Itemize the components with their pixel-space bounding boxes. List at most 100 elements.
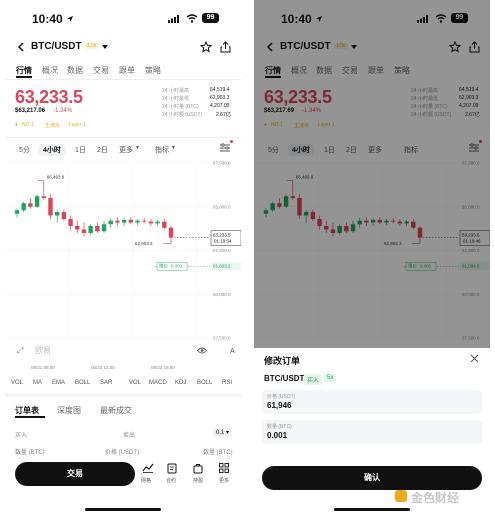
side-badge: 买入 — [304, 374, 323, 385]
stat-label: 24 小时额 (USDT) — [162, 112, 203, 118]
tab-trades[interactable]: 最新成交 — [100, 405, 132, 416]
tab-overview[interactable]: 概况 — [42, 65, 58, 76]
interval-5m[interactable]: 5分 — [19, 145, 30, 155]
quantity-field-value[interactable]: 0.001 — [267, 431, 287, 440]
confirm-button[interactable]: 确认 — [262, 466, 482, 490]
candle-body — [162, 221, 167, 228]
candle-body — [148, 221, 154, 224]
candle-body — [121, 219, 127, 223]
indicator-item[interactable]: EMA — [52, 380, 65, 386]
candlestick-chart[interactable]: 67,500.0 65,000.0 62,500.0 60,000.0 57,500.0… — [5, 158, 241, 373]
stat-value: 64,519.4 — [210, 87, 230, 93]
nav-more[interactable]: 更多 — [219, 477, 229, 484]
candle-body — [21, 203, 26, 211]
candle-body — [108, 220, 113, 225]
candle-body — [168, 227, 174, 238]
price-field[interactable]: 价格 (USDT) 61,946 — [262, 390, 482, 414]
indicator-menu[interactable]: 指标 — [155, 145, 169, 155]
chevron-down-icon[interactable] — [102, 45, 108, 49]
change-percent: -1.34% — [53, 108, 73, 114]
indicator-item[interactable]: VOL — [11, 380, 23, 386]
indicator-item[interactable]: KDJ — [175, 380, 186, 386]
price-field-label: 价格 (USDT) — [267, 394, 296, 400]
rank-label: NO.1 — [22, 122, 34, 128]
font-toggle[interactable]: A — [230, 348, 235, 355]
trade-button[interactable]: 交易 — [15, 462, 135, 486]
high-label: 66,493.9 — [47, 175, 65, 180]
modal-backdrop[interactable] — [254, 0, 490, 348]
candle-body — [61, 212, 67, 219]
quantity-field[interactable]: 数量 (BTC) 0.001 — [262, 420, 482, 444]
close-icon[interactable] — [470, 354, 479, 363]
tab-market[interactable]: 行情 — [16, 65, 32, 76]
candle-body — [128, 219, 134, 223]
step-select[interactable]: 0.1 ▾ — [213, 428, 233, 437]
leverage-badge: 10x — [85, 43, 99, 49]
interval-more[interactable]: 更多 — [119, 145, 133, 155]
y-tick-label: 65,000.0 — [213, 204, 231, 209]
settings-sliders-icon[interactable] — [219, 143, 231, 153]
candle-body — [115, 220, 120, 223]
indicator-item[interactable]: BOLL — [75, 380, 90, 386]
back-arrow-icon[interactable] — [17, 42, 25, 52]
stat-value: 62,903.3 — [210, 95, 230, 101]
tab-orderbook[interactable]: 订单表 — [15, 405, 39, 416]
tag-layer[interactable]: Layer 1 — [69, 122, 86, 128]
current-price-label: 63,233.5 — [213, 233, 231, 238]
orderbook-underline — [15, 416, 45, 418]
order-qty-label: 0.001 — [171, 264, 183, 269]
tab-data[interactable]: 数据 — [67, 65, 83, 76]
tag-main[interactable]: 主流币 — [45, 122, 60, 129]
tab-trade[interactable]: 交易 — [93, 65, 109, 76]
signal-icon — [168, 15, 179, 23]
indicator-item[interactable]: MA — [33, 380, 42, 386]
caret-down-icon: ▼ — [135, 145, 140, 151]
nav-grid[interactable]: 网格 — [141, 477, 151, 484]
share-icon[interactable] — [220, 41, 231, 53]
y-tick-label: 60,000.0 — [213, 292, 231, 297]
section-divider — [5, 393, 241, 397]
leverage-badge: 5x — [324, 374, 337, 382]
y-tick-label: 62,500.0 — [213, 248, 231, 253]
interval-1d[interactable]: 1日 — [75, 145, 86, 155]
stat-value: 4,207.09 — [210, 103, 230, 109]
wifi-icon — [186, 14, 198, 23]
order-tag-label: 限价 — [159, 263, 168, 270]
candle-body — [34, 196, 40, 207]
indicator-item[interactable]: SAR — [100, 380, 112, 386]
interval-4h[interactable]: 4小时 — [39, 144, 65, 156]
tab-depth[interactable]: 深度图 — [57, 405, 81, 416]
tab-strategy[interactable]: 策略 — [145, 65, 161, 76]
grid-bot-icon[interactable] — [142, 463, 154, 473]
star-icon[interactable] — [200, 41, 212, 53]
tab-divider — [5, 79, 241, 80]
candle-body — [155, 221, 160, 224]
x-tick-label: 06/22 12:00 — [91, 365, 115, 370]
stat-label: 24 小时最高 — [162, 88, 189, 94]
modify-order-sheet: 修改订单 BTC/USDT 买入 5x 价格 (USDT) 61,946 数量 … — [254, 348, 490, 519]
candle-body — [75, 226, 80, 230]
expand-icon[interactable]: ⤢ — [17, 346, 23, 356]
brand-watermark: 金色财经 — [411, 491, 460, 505]
sheet-title: 修改订单 — [264, 356, 301, 366]
pair-title[interactable]: BTC/USDT — [31, 41, 82, 52]
indicator-item[interactable]: MACD — [149, 380, 167, 386]
nav-contract[interactable]: 合约 — [166, 477, 176, 484]
price-field-value[interactable]: 61,946 — [267, 401, 291, 410]
interval-2d[interactable]: 2日 — [97, 145, 108, 155]
watermark-logo: 欧易 — [35, 346, 51, 355]
tab-copy[interactable]: 跟单 — [119, 65, 135, 76]
more-grid-icon[interactable] — [219, 463, 229, 473]
indicator-item[interactable]: BOLL — [197, 380, 212, 386]
x-tick-label: 06/23 16:00 — [151, 365, 175, 370]
nav-position[interactable]: 持盈 — [193, 477, 203, 484]
indicator-item[interactable]: VOL — [129, 380, 141, 386]
eye-icon[interactable] — [197, 347, 207, 354]
notification-dot — [230, 140, 233, 143]
position-icon[interactable] — [193, 463, 203, 474]
contract-icon[interactable] — [167, 463, 177, 474]
indicator-item[interactable]: RSI — [222, 380, 232, 386]
interval-divider — [5, 137, 241, 138]
candle-body — [81, 229, 87, 233]
caret-down-icon: ▼ — [171, 145, 176, 151]
